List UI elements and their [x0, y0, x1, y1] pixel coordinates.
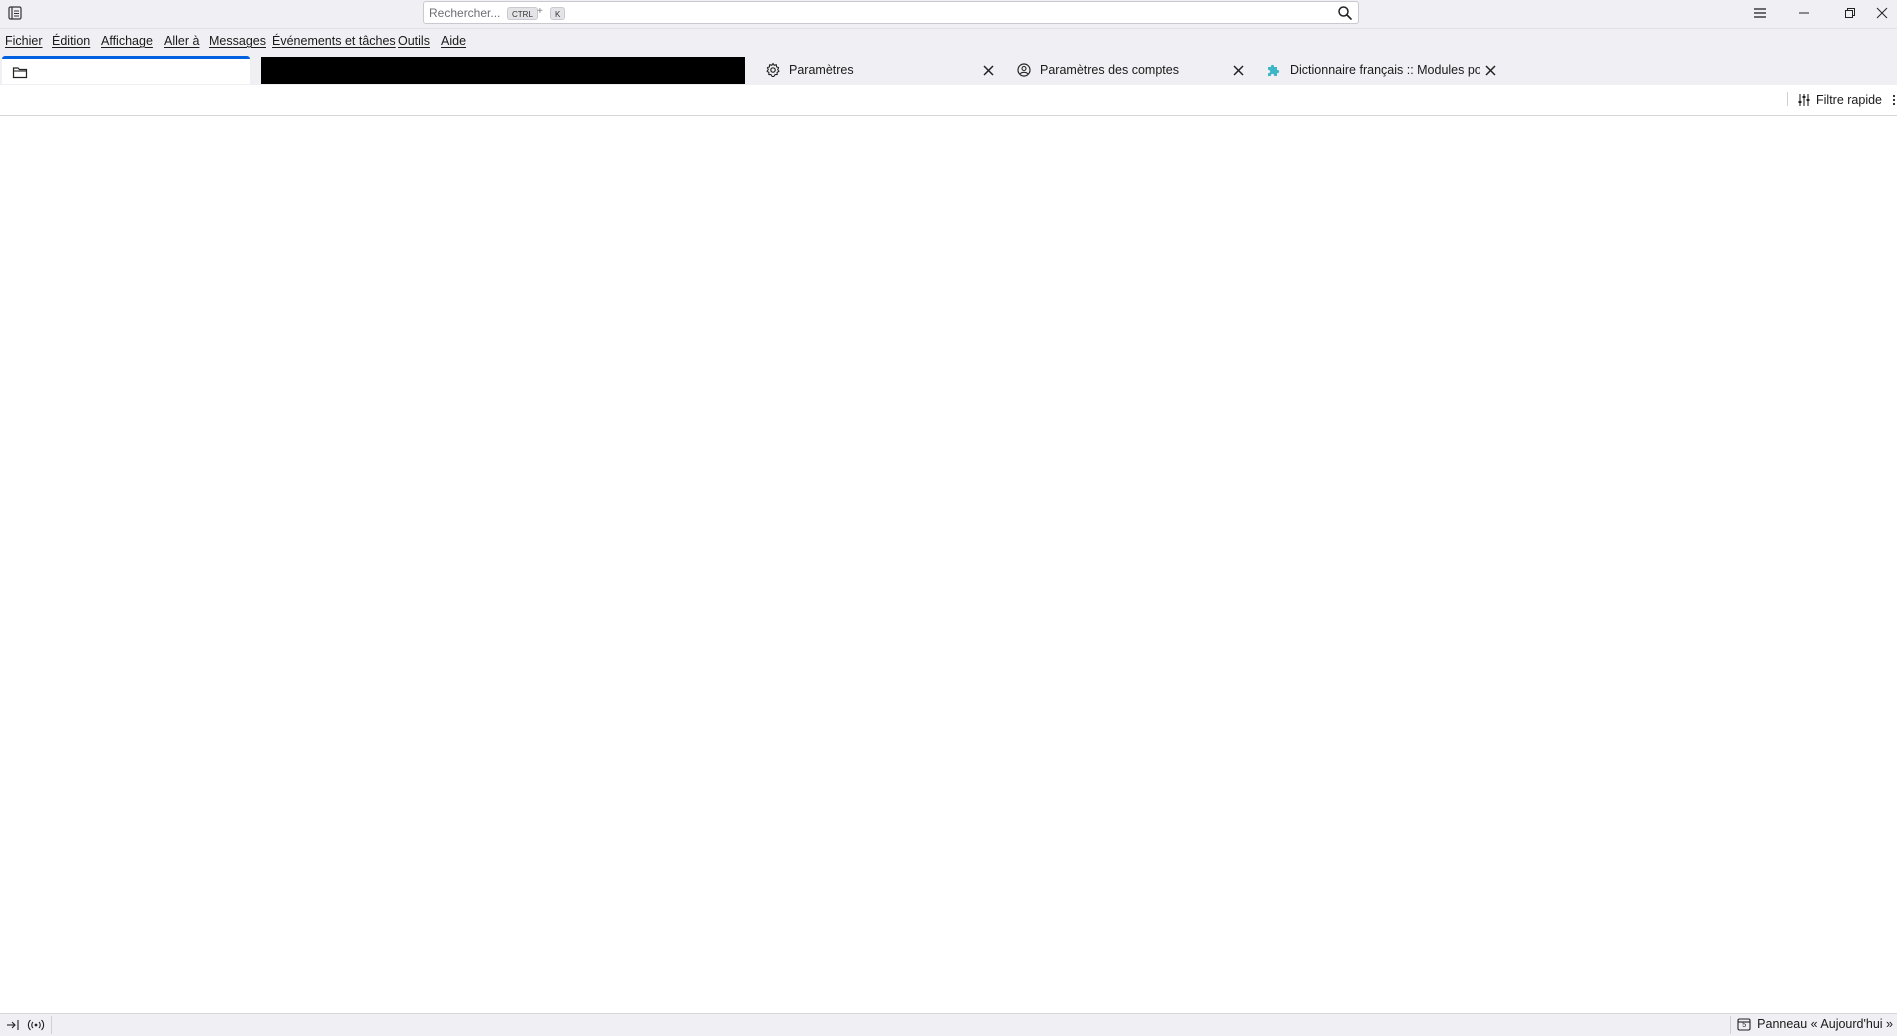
- collapse-folder-pane-button[interactable]: [6, 1018, 20, 1032]
- app-menu-button[interactable]: [1740, 0, 1780, 26]
- menu-bar: Fichier Édition Affichage Aller à Messag…: [0, 29, 1897, 53]
- tab-close-button[interactable]: [980, 62, 996, 78]
- search-input[interactable]: Rechercher... CTRL + K: [423, 1, 1359, 24]
- menu-go[interactable]: Aller à: [164, 34, 199, 48]
- folder-icon: [12, 66, 28, 78]
- search-icon[interactable]: [1337, 5, 1353, 21]
- status-separator: [1730, 1016, 1731, 1034]
- search-placeholder: Rechercher...: [429, 6, 501, 20]
- quick-filter-button[interactable]: Filtre rapide: [1788, 90, 1882, 110]
- today-pane-button[interactable]: 5 Panneau « Aujourd'hui »: [1737, 1017, 1893, 1031]
- tab-account-settings[interactable]: Paramètres des comptes: [1006, 56, 1250, 84]
- tab-redacted[interactable]: [261, 57, 745, 84]
- filter-sliders-icon: [1798, 94, 1810, 106]
- puzzle-icon: [1268, 64, 1280, 76]
- close-icon: [982, 64, 994, 76]
- menu-events[interactable]: Événements et tâches: [272, 34, 396, 48]
- close-icon: [1484, 64, 1496, 76]
- menu-tools[interactable]: Outils: [398, 34, 430, 48]
- tab-label: Paramètres: [789, 63, 854, 77]
- calendar-day-number: 5: [1742, 1022, 1747, 1029]
- tab-close-button[interactable]: [1230, 62, 1246, 78]
- restore-button[interactable]: [1830, 0, 1870, 26]
- overflow-menu-icon[interactable]: [1892, 93, 1896, 107]
- restore-icon: [1845, 8, 1855, 18]
- quick-filter-label: Filtre rapide: [1816, 93, 1882, 107]
- account-settings-icon: [1017, 63, 1031, 77]
- collapse-pane-icon: [7, 1020, 19, 1030]
- menu-edit[interactable]: Édition: [52, 34, 90, 48]
- hamburger-icon: [1754, 8, 1766, 18]
- minimize-button[interactable]: [1784, 0, 1824, 26]
- wireless-signal-icon: [27, 1019, 45, 1031]
- tab-mail[interactable]: [2, 56, 250, 84]
- minimize-icon: [1799, 12, 1809, 14]
- address-book-icon[interactable]: [6, 4, 24, 22]
- close-icon: [1876, 7, 1888, 19]
- tab-label: Paramètres des comptes: [1040, 63, 1179, 77]
- calendar-day-icon: 5: [1737, 1017, 1751, 1031]
- today-pane-label: Panneau « Aujourd'hui »: [1757, 1017, 1893, 1031]
- close-icon: [1232, 64, 1244, 76]
- tab-settings[interactable]: Paramètres: [755, 56, 1000, 84]
- message-list-toolbar: Filtre rapide: [0, 85, 1897, 116]
- gear-icon: [766, 62, 780, 78]
- menu-file[interactable]: Fichier: [5, 34, 43, 48]
- status-separator: [51, 1016, 52, 1034]
- menu-help[interactable]: Aide: [441, 34, 466, 48]
- tab-bar: Paramètres Paramètres des comptes Dictio…: [0, 53, 1897, 85]
- main-content-area: [0, 116, 1897, 1013]
- online-status-button[interactable]: [27, 1018, 45, 1032]
- shortcut-plus: +: [537, 6, 543, 17]
- tab-addon-dictionary[interactable]: Dictionnaire français :: Modules pou: [1256, 56, 1500, 84]
- close-window-button[interactable]: [1876, 0, 1897, 26]
- tab-close-button[interactable]: [1482, 62, 1498, 78]
- shortcut-ctrl-key: CTRL: [507, 7, 538, 20]
- shortcut-k-key: K: [550, 7, 566, 20]
- menu-messages[interactable]: Messages: [209, 34, 266, 48]
- title-bar: Rechercher... CTRL + K: [0, 0, 1897, 29]
- menu-view[interactable]: Affichage: [101, 34, 153, 48]
- status-bar: 5 Panneau « Aujourd'hui »: [0, 1013, 1897, 1036]
- tab-label: Dictionnaire français :: Modules pou: [1290, 63, 1480, 77]
